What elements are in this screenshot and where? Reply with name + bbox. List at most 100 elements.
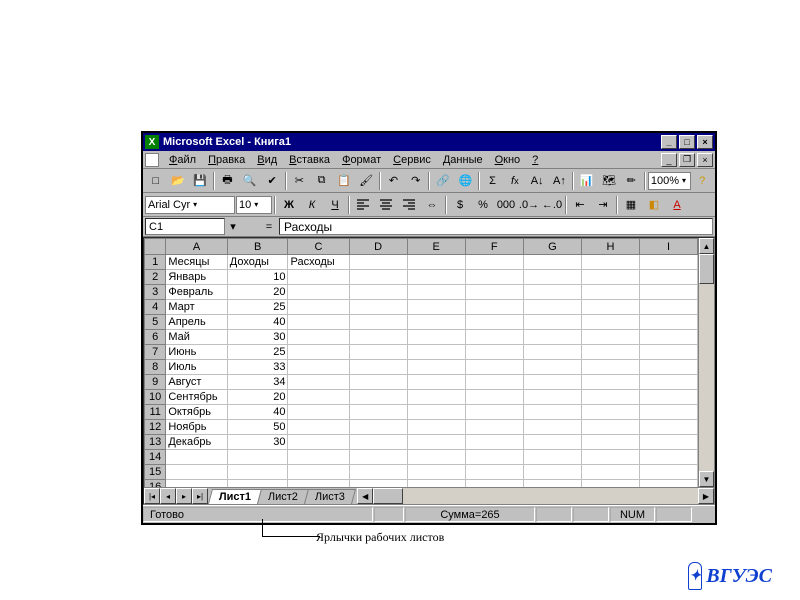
autosum-button[interactable]: Σ	[482, 171, 503, 191]
name-box[interactable]: C1	[145, 218, 225, 235]
bold-button[interactable]: Ж	[278, 195, 300, 215]
cell-A14[interactable]	[166, 450, 227, 465]
cell-A10[interactable]: Сентябрь	[166, 390, 227, 405]
cell-I3[interactable]	[640, 285, 698, 300]
cell-C11[interactable]: 25	[288, 405, 349, 420]
font-name-combo[interactable]: Arial Cyr	[145, 196, 235, 214]
cell-G12[interactable]	[523, 420, 581, 435]
cell-E3[interactable]	[407, 285, 465, 300]
cell-F7[interactable]	[465, 345, 523, 360]
row-header-12[interactable]: 12	[145, 420, 166, 435]
menu-?[interactable]: ?	[526, 153, 544, 167]
cell-B2[interactable]: 10	[227, 270, 288, 285]
cell-A7[interactable]: Июнь	[166, 345, 227, 360]
column-header-H[interactable]: H	[581, 239, 639, 255]
currency-button[interactable]: $	[449, 195, 471, 215]
menu-вид[interactable]: Вид	[251, 153, 283, 167]
cell-I15[interactable]	[640, 465, 698, 480]
vertical-scrollbar[interactable]: ▲ ▼	[698, 238, 714, 487]
cell-E15[interactable]	[407, 465, 465, 480]
cell-C7[interactable]: 20	[288, 345, 349, 360]
row-header-3[interactable]: 3	[145, 285, 166, 300]
cell-C10[interactable]: 12	[288, 390, 349, 405]
tab-last-button[interactable]: ▸|	[192, 488, 208, 504]
cell-E7[interactable]	[407, 345, 465, 360]
cell-I7[interactable]	[640, 345, 698, 360]
vscroll-thumb[interactable]	[699, 254, 714, 284]
font-color-button[interactable]: A	[666, 195, 688, 215]
cell-H12[interactable]	[581, 420, 639, 435]
mdi-minimize-button[interactable]: _	[661, 153, 677, 167]
cell-F12[interactable]	[465, 420, 523, 435]
cell-F8[interactable]	[465, 360, 523, 375]
cell-I12[interactable]	[640, 420, 698, 435]
cell-C9[interactable]: 15	[288, 375, 349, 390]
print-preview-button[interactable]: 🔍	[239, 171, 260, 191]
cell-D13[interactable]	[349, 435, 407, 450]
cell-A3[interactable]: Февраль	[166, 285, 227, 300]
cell-B9[interactable]: 34	[227, 375, 288, 390]
cell-D7[interactable]	[349, 345, 407, 360]
cell-I8[interactable]	[640, 360, 698, 375]
paste-button[interactable]: 📋	[333, 171, 354, 191]
drawing-button[interactable]: ✏	[621, 171, 642, 191]
hscroll-thumb[interactable]	[373, 488, 403, 504]
cell-G13[interactable]	[523, 435, 581, 450]
cell-A8[interactable]: Июль	[166, 360, 227, 375]
cell-E6[interactable]	[407, 330, 465, 345]
mdi-close-button[interactable]: ×	[697, 153, 713, 167]
cell-B1[interactable]: Доходы	[227, 255, 288, 270]
menu-вставка[interactable]: Вставка	[283, 153, 336, 167]
merge-center-button[interactable]: ⇔	[421, 195, 443, 215]
cell-A1[interactable]: Месяцы	[166, 255, 227, 270]
help-assistant-button[interactable]: ?	[692, 171, 713, 191]
cell-E2[interactable]	[407, 270, 465, 285]
cell-F9[interactable]	[465, 375, 523, 390]
cell-E10[interactable]	[407, 390, 465, 405]
cell-C3[interactable]: 7	[288, 285, 349, 300]
cell-A4[interactable]: Март	[166, 300, 227, 315]
cell-F2[interactable]	[465, 270, 523, 285]
undo-button[interactable]: ↶	[383, 171, 404, 191]
cell-H9[interactable]	[581, 375, 639, 390]
row-header-2[interactable]: 2	[145, 270, 166, 285]
chart-wizard-button[interactable]: 📊	[576, 171, 597, 191]
cell-D10[interactable]	[349, 390, 407, 405]
cell-F1[interactable]	[465, 255, 523, 270]
cell-H4[interactable]	[581, 300, 639, 315]
cell-E1[interactable]	[407, 255, 465, 270]
cell-H7[interactable]	[581, 345, 639, 360]
scroll-up-button[interactable]: ▲	[699, 238, 714, 254]
cell-F3[interactable]	[465, 285, 523, 300]
cell-C5[interactable]: 33	[288, 315, 349, 330]
cell-C2[interactable]: 5	[288, 270, 349, 285]
name-box-dropdown-icon[interactable]: ▾	[225, 218, 241, 235]
cell-D8[interactable]	[349, 360, 407, 375]
cell-G11[interactable]	[523, 405, 581, 420]
mdi-restore-button[interactable]: ❐	[679, 153, 695, 167]
cell-H3[interactable]	[581, 285, 639, 300]
hyperlink-button[interactable]: 🔗	[432, 171, 453, 191]
cell-C15[interactable]	[288, 465, 349, 480]
column-header-I[interactable]: I	[640, 239, 698, 255]
cell-G9[interactable]	[523, 375, 581, 390]
cell-G10[interactable]	[523, 390, 581, 405]
align-left-button[interactable]	[352, 195, 374, 215]
sheet-tab-Лист3[interactable]: Лист3	[304, 489, 356, 504]
row-header-15[interactable]: 15	[145, 465, 166, 480]
cell-E16[interactable]	[407, 480, 465, 488]
cell-G1[interactable]	[523, 255, 581, 270]
cell-A16[interactable]	[166, 480, 227, 488]
cell-A2[interactable]: Январь	[166, 270, 227, 285]
cell-B4[interactable]: 25	[227, 300, 288, 315]
cell-A6[interactable]: Май	[166, 330, 227, 345]
cell-C4[interactable]: 20	[288, 300, 349, 315]
menu-формат[interactable]: Формат	[336, 153, 387, 167]
horizontal-scrollbar[interactable]: ◀ ▶	[357, 488, 714, 504]
cell-G15[interactable]	[523, 465, 581, 480]
cell-I2[interactable]	[640, 270, 698, 285]
cell-E13[interactable]	[407, 435, 465, 450]
cell-A9[interactable]: Август	[166, 375, 227, 390]
cell-G8[interactable]	[523, 360, 581, 375]
cell-H8[interactable]	[581, 360, 639, 375]
